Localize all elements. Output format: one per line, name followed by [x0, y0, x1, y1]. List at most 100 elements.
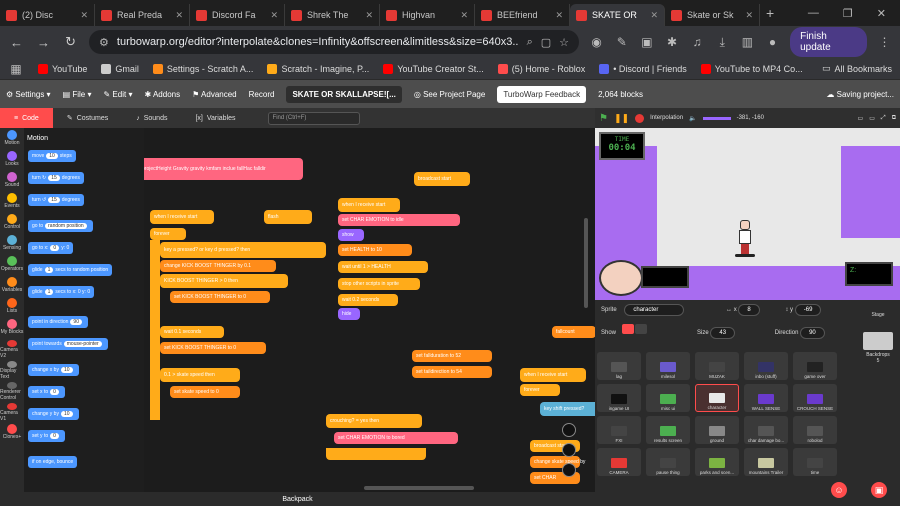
- sprite-tile[interactable]: ground: [695, 416, 739, 444]
- zoom-reset-icon[interactable]: [562, 463, 576, 477]
- tab-close-icon[interactable]: ✕: [555, 10, 563, 21]
- workspace-scrollbar-h[interactable]: [364, 486, 474, 490]
- url-input[interactable]: ⚙ turbowarp.org/editor?interpolate&clone…: [89, 30, 580, 54]
- category-item[interactable]: My Blocks: [0, 317, 24, 338]
- sprite-tile[interactable]: WALL SENSE: [744, 384, 788, 412]
- tab-code[interactable]: ≡ Code: [0, 108, 53, 128]
- browser-tab[interactable]: BEEfriend ✕: [475, 4, 570, 26]
- back-icon[interactable]: ←: [8, 35, 25, 50]
- popout-icon[interactable]: ⧉: [892, 115, 896, 122]
- wait-block[interactable]: wait 0.1 seconds: [160, 326, 224, 338]
- all-bookmarks-button[interactable]: ▭ All Bookmarks: [822, 63, 892, 74]
- sprite-tile[interactable]: ingame UI: [597, 384, 641, 412]
- wait-block-2[interactable]: wait 0.2 seconds: [338, 294, 398, 306]
- stage-thumbnail[interactable]: [863, 332, 893, 350]
- palette-block[interactable]: if on edge, bounce: [28, 456, 78, 468]
- project-title-input[interactable]: SKATE OR SKALLAPSE![...: [286, 85, 402, 103]
- set-kick-block-2[interactable]: set KICK BOOST THINGER to 0: [160, 342, 266, 354]
- record-menu[interactable]: Record: [249, 90, 275, 99]
- character-sprite[interactable]: [735, 220, 755, 264]
- sprite-tile[interactable]: character: [695, 384, 739, 412]
- tab-costumes[interactable]: ✎ Costumes: [53, 108, 122, 128]
- category-item[interactable]: Lists: [0, 296, 24, 317]
- profile-avatar[interactable]: ●: [765, 35, 780, 49]
- if-kick-block[interactable]: KICK BOOST THINGER > 0 then: [160, 274, 288, 288]
- bookmark-item[interactable]: YouTube to MP4 Co...: [700, 63, 803, 74]
- hat-when-receive-3[interactable]: when I receive start: [520, 368, 586, 382]
- block-input[interactable]: 0: [50, 433, 59, 439]
- zoom-in-icon[interactable]: [562, 423, 576, 437]
- tab-close-icon[interactable]: ✕: [270, 10, 278, 21]
- sprite-tile[interactable]: MUZAK: [695, 352, 739, 380]
- add-backdrop-button[interactable]: ▣: [871, 482, 887, 498]
- category-item[interactable]: Control: [0, 212, 24, 233]
- stop-icon[interactable]: [635, 113, 645, 123]
- sprite-tile[interactable]: char damage bo...: [744, 416, 788, 444]
- sprite-tile[interactable]: mountains Trailer: [744, 448, 788, 476]
- category-item[interactable]: Camera V2: [0, 338, 24, 359]
- hide-block[interactable]: hide: [338, 308, 360, 320]
- stage-selector[interactable]: Stage Backdrops 5: [858, 312, 898, 372]
- media-icon[interactable]: ♫: [690, 35, 705, 49]
- side-panel-icon[interactable]: ▥: [740, 35, 755, 49]
- large-stage-icon[interactable]: ▭: [869, 115, 875, 122]
- bookmark-item[interactable]: • Discord | Friends: [599, 63, 687, 74]
- category-item[interactable]: Sensing: [0, 233, 24, 254]
- bookmark-item[interactable]: Scratch - Imagine, P...: [267, 63, 369, 74]
- find-input[interactable]: Find (Ctrl+F): [267, 111, 360, 125]
- block-input[interactable]: 15: [48, 197, 60, 203]
- palette-block[interactable]: set y to 0: [28, 430, 65, 442]
- tab-close-icon[interactable]: ✕: [365, 10, 373, 21]
- set-kick-block[interactable]: set KICK BOOST THINGER to 0: [170, 291, 270, 303]
- zoom-out-icon[interactable]: [562, 443, 576, 457]
- palette-block[interactable]: go to random position: [28, 220, 93, 232]
- if-key-block[interactable]: key a pressed? or key d pressed? then: [160, 242, 326, 258]
- browser-tab[interactable]: (2) Disc ✕: [0, 4, 95, 26]
- addons-menu[interactable]: ✱ Addons: [144, 90, 180, 99]
- if-crouching-block[interactable]: crouching? = yes then: [326, 414, 422, 428]
- key-shift-block[interactable]: key shift pressed?: [540, 402, 595, 416]
- sprite-tile[interactable]: pause thing: [646, 448, 690, 476]
- bookmark-item[interactable]: Settings - Scratch A...: [152, 63, 253, 74]
- backpack-bar[interactable]: Backpack: [0, 492, 595, 506]
- more-menu-icon[interactable]: ⋮: [877, 35, 892, 49]
- category-item[interactable]: Display Text: [0, 359, 24, 380]
- category-item[interactable]: Events: [0, 191, 24, 212]
- category-item[interactable]: Looks: [0, 149, 24, 170]
- volume-icon[interactable]: 🔈: [689, 115, 696, 122]
- script-workspace[interactable]: projectHeight Gravity gravity kmfam incl…: [144, 128, 595, 492]
- apps-grid-icon[interactable]: ▦: [8, 62, 24, 76]
- sprite-tile[interactable]: parks and scen...: [695, 448, 739, 476]
- tab-close-icon[interactable]: ✕: [745, 10, 753, 21]
- palette-block[interactable]: change y by 10: [28, 408, 79, 420]
- minimize-icon[interactable]: —: [808, 7, 819, 20]
- bookmark-item[interactable]: YouTube: [38, 63, 87, 74]
- block-input[interactable]: 10: [60, 411, 73, 417]
- category-item[interactable]: Camera V1: [0, 401, 24, 422]
- block-input[interactable]: 15: [48, 175, 60, 181]
- forever-block[interactable]: forever: [150, 228, 186, 240]
- show-hidden-icon[interactable]: [635, 324, 648, 334]
- file-menu[interactable]: ▤ File ▾: [63, 90, 92, 99]
- direction-input[interactable]: 90: [800, 327, 825, 339]
- set-health-block[interactable]: set HEALTH to 10: [338, 244, 412, 256]
- bookmark-item[interactable]: (5) Home - Roblox: [497, 63, 585, 74]
- tab-close-icon[interactable]: ✕: [80, 10, 88, 21]
- palette-block[interactable]: turn ↺ 15 degrees: [28, 194, 84, 206]
- block-input[interactable]: 10: [46, 153, 58, 159]
- wait-until-block[interactable]: wait until 1 > HEALTH: [338, 261, 428, 273]
- cast-icon[interactable]: ▣: [639, 35, 654, 49]
- download-icon[interactable]: ⤓: [715, 35, 730, 50]
- bookmark-item[interactable]: Gmail: [101, 63, 139, 74]
- palette-block[interactable]: glide 1 secs to x: 0 y: 0: [28, 286, 95, 298]
- change-kick-block[interactable]: change KICK BOOST THINGER by 0.1: [160, 260, 276, 272]
- block-input[interactable]: 1: [44, 289, 54, 295]
- block-input[interactable]: 1: [44, 267, 54, 273]
- block-input[interactable]: 0: [50, 245, 60, 251]
- new-tab-button[interactable]: +: [766, 5, 774, 21]
- block-input[interactable]: random position: [45, 223, 87, 229]
- palette-block[interactable]: set x to 0: [28, 386, 65, 398]
- category-item[interactable]: Clones+: [0, 422, 24, 443]
- set-emotion-block-2[interactable]: set CHAR EMOTION to bored: [334, 432, 458, 444]
- feedback-button[interactable]: TurboWarp Feedback: [497, 85, 587, 103]
